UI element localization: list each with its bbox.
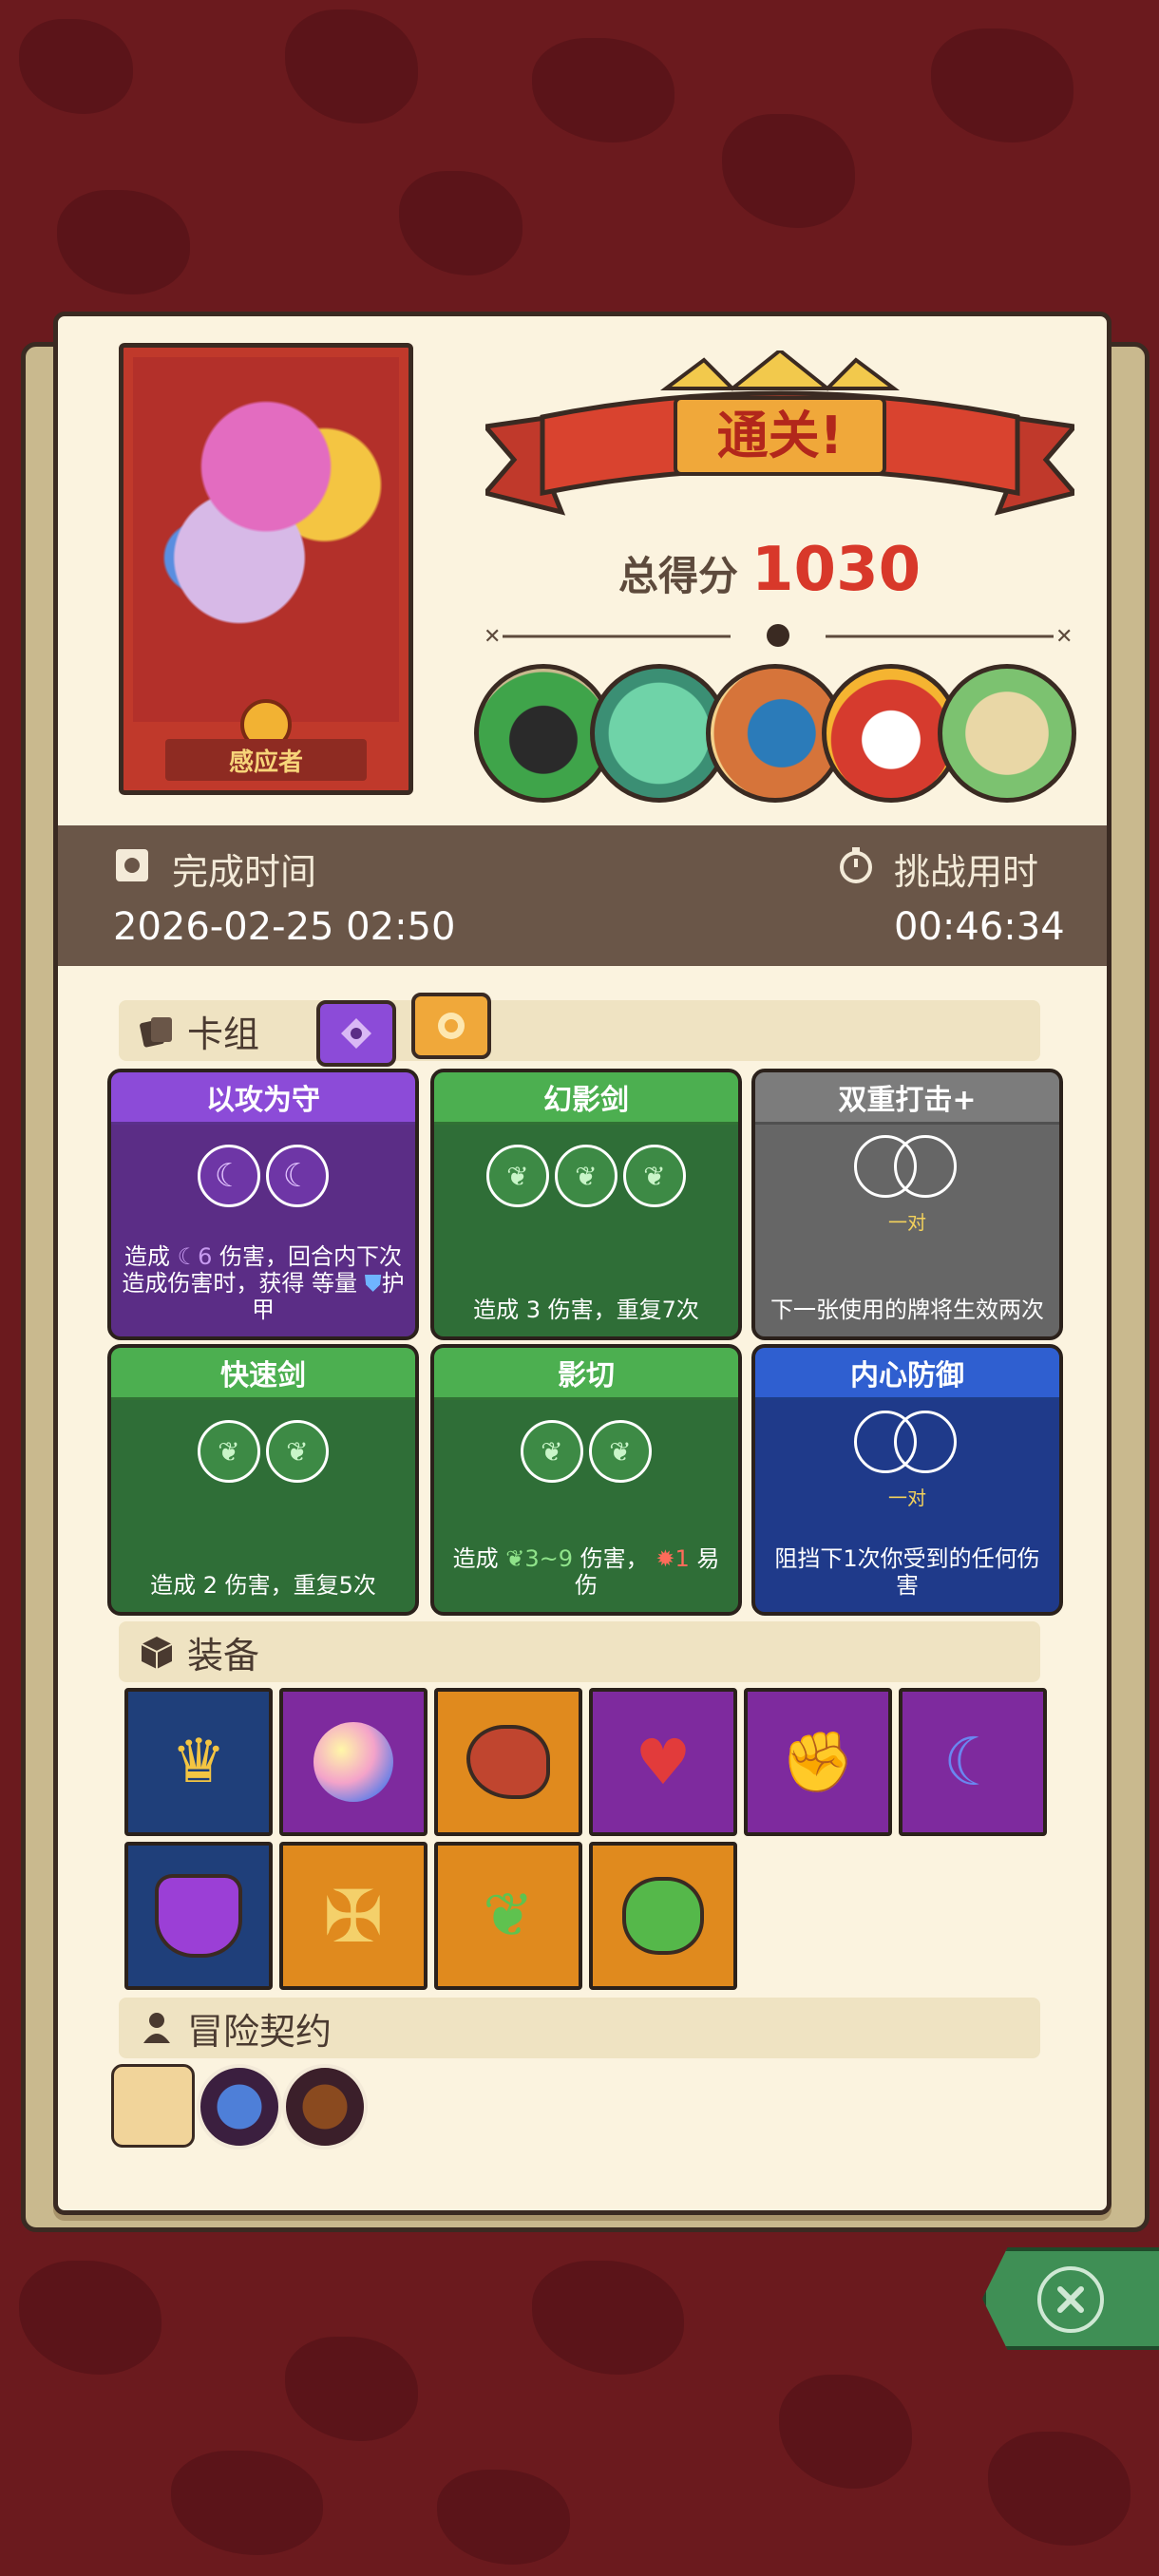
desc-part: 伤害， (580, 1545, 649, 1572)
banner-text: 通关! (717, 406, 844, 465)
card-title: 双重打击+ (755, 1072, 1059, 1125)
score-row: 总得分 1030 (618, 535, 960, 605)
vulnerable-icon: ✹ (656, 1545, 675, 1572)
desc-value: 1 (674, 1545, 690, 1572)
contract-section-header: 冒险契约 (119, 1998, 1040, 2058)
contract-pipe-icon[interactable] (282, 2064, 368, 2150)
time-band: 完成时间 2026-02-25 02:50 挑战用时 00:46:34 (58, 825, 1107, 966)
box-icon (141, 1637, 173, 1669)
card-description: 阻挡下1次你受到的任何伤害 (774, 1545, 1040, 1599)
svg-text:✕: ✕ (484, 625, 501, 649)
card-cost: ❦ ❦ ❦ (434, 1145, 738, 1207)
moon-value-icon: ☾ (177, 1243, 199, 1270)
equip-crystal-orb-icon[interactable] (279, 1688, 428, 1836)
leaf-gem-icon: ❦ (198, 1420, 260, 1483)
card-attack-as-defense[interactable]: 以攻为守 ☾ ☾ 造成 ☾6 伤害，回合内下次造成伤害时，获得 等量 ⛊护甲 (107, 1069, 419, 1340)
equip-heart-stone-icon[interactable]: ♥ (589, 1688, 737, 1836)
stopwatch-icon (840, 847, 872, 883)
sun-sigil-icon (438, 1013, 465, 1039)
eye-sigil-icon (341, 1018, 371, 1049)
card-description: 下一张使用的牌将生效两次 (770, 1297, 1044, 1323)
score-label: 总得分 (618, 553, 739, 599)
leaf-gem-icon: ❦ (521, 1420, 583, 1483)
challenge-time-label: 挑战用时 (894, 851, 1039, 893)
equipment-section-header: 装备 (119, 1621, 1040, 1682)
contract-title: 冒险契约 (187, 2010, 332, 2053)
deck-filter-purple-button[interactable] (316, 1000, 396, 1067)
moon-gem-icon: ☾ (198, 1145, 260, 1207)
score-value: 1030 (751, 535, 922, 605)
card-cost: ❦ ❦ (111, 1420, 415, 1483)
card-description: 造成 3 伤害，重复7次 (473, 1297, 699, 1323)
cards-icon (140, 1017, 172, 1048)
pair-cost-icon (755, 1135, 1059, 1202)
leaf-gem-icon: ❦ (555, 1145, 618, 1207)
run-summary-panel: 感应者 通关! 总得分 1030 ✕ ✕ 完成时间 2026-02-25 02:… (53, 312, 1112, 2215)
card-title: 快速剑 (111, 1348, 415, 1400)
leaf-gem-icon: ❦ (486, 1145, 549, 1207)
character-art (133, 357, 399, 722)
complete-time-value: 2026-02-25 02:50 (113, 905, 456, 949)
equip-purple-potion-jug-icon[interactable] (124, 1842, 273, 1990)
card-title: 以攻为守 (111, 1072, 415, 1125)
svg-text:✕: ✕ (1055, 625, 1073, 649)
contract-mushroom-monster-icon[interactable] (197, 2064, 282, 2150)
deck-filter-gold-button[interactable] (411, 993, 491, 1059)
deck-section-header: 卡组 (119, 1000, 1040, 1061)
calendar-icon (116, 849, 148, 881)
card-cost: ❦ ❦ (434, 1420, 738, 1483)
equip-green-feather-icon[interactable]: ❦ (434, 1842, 582, 1990)
person-icon (143, 2013, 170, 2043)
leaf-gem-icon: ❦ (623, 1145, 686, 1207)
boss-forest-elf-icon (938, 664, 1076, 803)
challenge-time-value: 00:46:34 (894, 905, 1065, 949)
pair-label: 一对 (888, 1211, 926, 1234)
desc-part: 造成 (124, 1243, 170, 1270)
equip-golden-gauntlet-icon[interactable]: ✊ (744, 1688, 892, 1836)
card-description: 造成 ❦3~9 伤害， ✹1 易伤 (444, 1545, 729, 1599)
close-button[interactable] (982, 2247, 1159, 2350)
complete-time-label: 完成时间 (172, 851, 317, 893)
contract-scroll-icon[interactable] (111, 2064, 195, 2148)
defeated-bosses (474, 664, 1092, 806)
boss-divider: ✕ ✕ (484, 624, 1073, 649)
leaf-gem-icon: ❦ (266, 1420, 329, 1483)
equip-green-potion-icon[interactable] (589, 1842, 737, 1990)
card-shadow-cut[interactable]: 影切 ❦ ❦ 造成 ❦3~9 伤害， ✹1 易伤 (430, 1344, 742, 1616)
desc-value: 6 (198, 1243, 213, 1270)
card-title: 内心防御 (755, 1348, 1059, 1400)
deck-title: 卡组 (187, 1013, 260, 1055)
equipment-title: 装备 (187, 1634, 260, 1676)
card-double-strike-plus[interactable]: 双重打击+ 一对 下一张使用的牌将生效两次 (751, 1069, 1063, 1340)
shield-icon: ⛊ (364, 1270, 382, 1297)
equip-golden-crown-icon[interactable]: ♛ (124, 1688, 273, 1836)
card-description: 造成 ☾6 伤害，回合内下次造成伤害时，获得 等量 ⛊护甲 (121, 1243, 406, 1323)
desc-value: 3~9 (524, 1545, 574, 1572)
card-phantom-sword[interactable]: 幻影剑 ❦ ❦ ❦ 造成 3 伤害，重复7次 (430, 1069, 742, 1340)
card-inner-defense[interactable]: 内心防御 一对 阻挡下1次你受到的任何伤害 (751, 1344, 1063, 1616)
pair-label: 一对 (888, 1487, 926, 1509)
equip-golden-cross-shield-icon[interactable]: ✠ (279, 1842, 428, 1990)
equip-moon-blade-icon[interactable]: ☾ (899, 1688, 1047, 1836)
pair-cost-icon (755, 1411, 1059, 1477)
leaf-value-icon: ❦ (505, 1545, 525, 1572)
card-cost: ☾ ☾ (111, 1145, 415, 1207)
leaf-gem-icon: ❦ (589, 1420, 652, 1483)
desc-part: 造成 (452, 1545, 499, 1572)
card-description: 造成 2 伤害，重复5次 (150, 1572, 376, 1599)
character-name: 感应者 (165, 739, 367, 781)
victory-banner: 通关! (485, 350, 1074, 516)
card-quick-sword[interactable]: 快速剑 ❦ ❦ 造成 2 伤害，重复5次 (107, 1344, 419, 1616)
character-portrait: 感应者 (119, 343, 413, 795)
card-title: 影切 (434, 1348, 738, 1400)
moon-gem-icon: ☾ (266, 1145, 329, 1207)
card-title: 幻影剑 (434, 1072, 738, 1125)
equip-meat-leg-icon[interactable] (434, 1688, 582, 1836)
close-icon (1037, 2266, 1104, 2333)
